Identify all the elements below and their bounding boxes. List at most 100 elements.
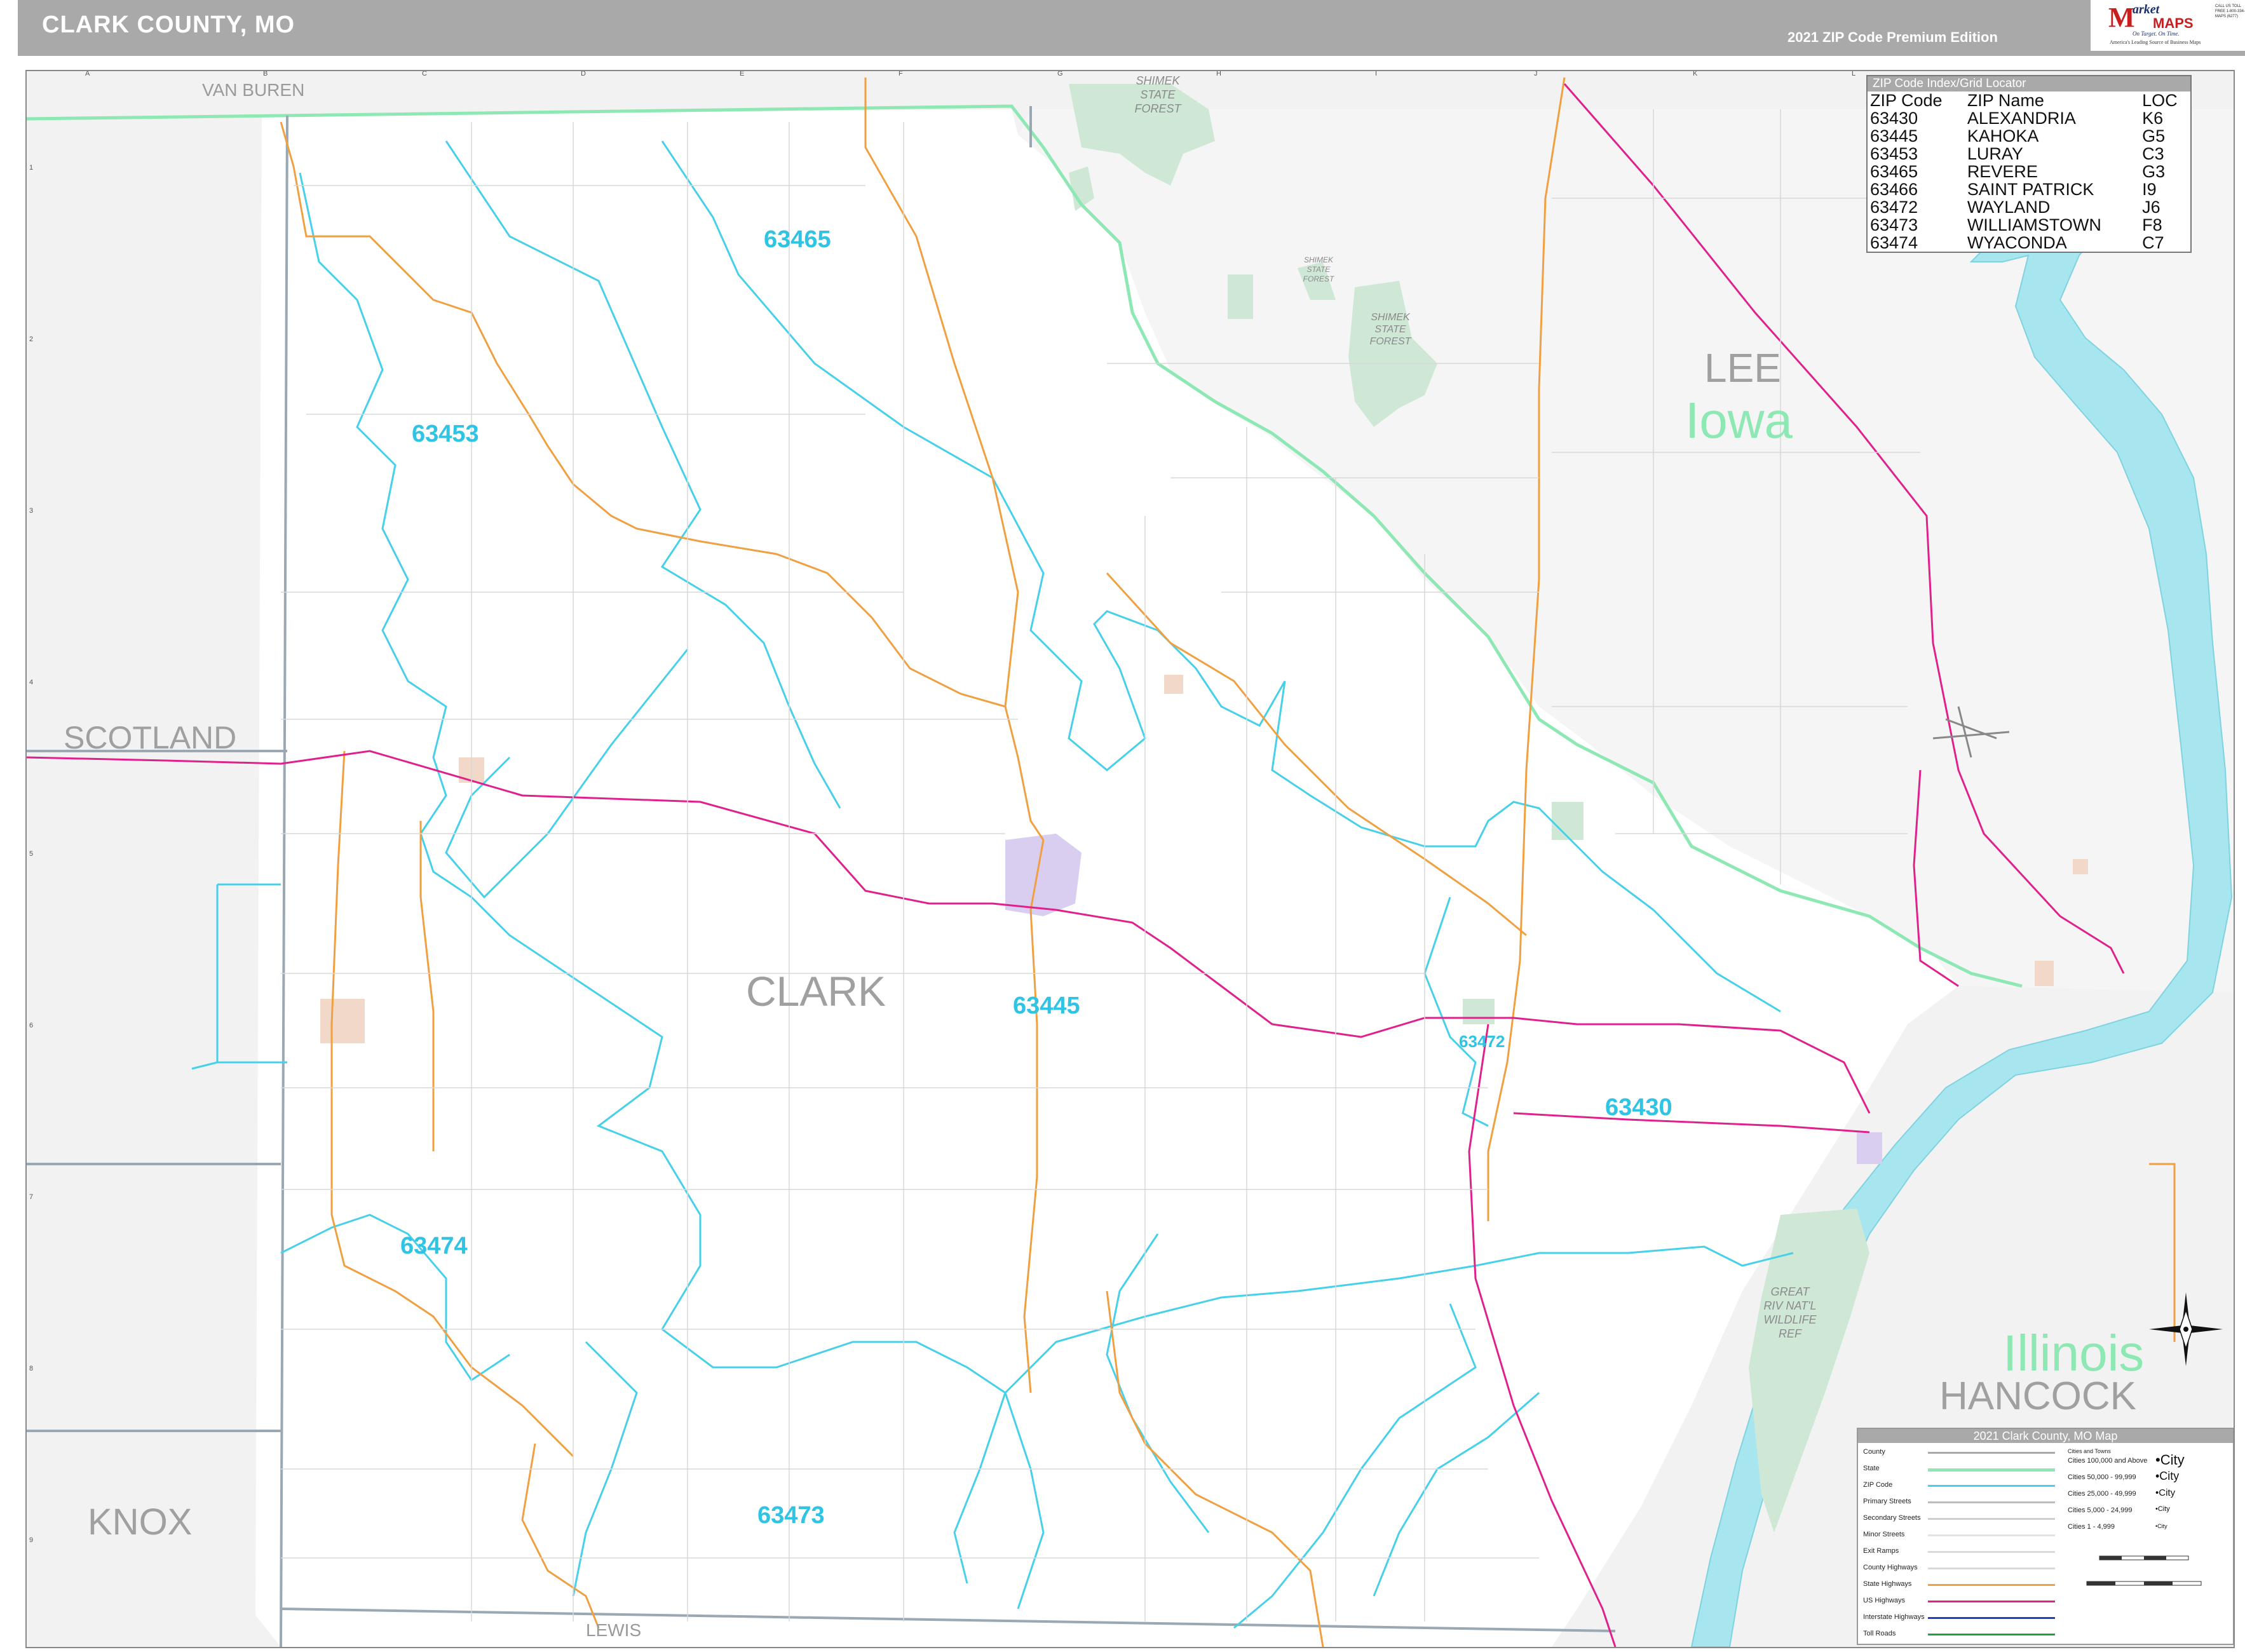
- legend-swatch-us-hwy: [1928, 1601, 2055, 1602]
- legend-swatch-state: [1928, 1468, 2055, 1472]
- grid-row-7: 7: [29, 1193, 34, 1201]
- park-label-shimek-3: SHIMEK STATE FOREST: [1369, 312, 1411, 347]
- shimek-forest-5: [1228, 274, 1253, 319]
- zip-index-row: 63465 REVERE G3: [1868, 163, 2190, 180]
- zip-code: 63453: [1870, 144, 1918, 163]
- grid-row-4: 4: [29, 679, 34, 686]
- legend-swatch-state-hwy: [1928, 1584, 2055, 1586]
- zip-label-63430: 63430: [1605, 1094, 1672, 1121]
- legend-city-sym: •City: [2155, 1487, 2176, 1498]
- zip-index-header: ZIP Name: [1967, 91, 2044, 110]
- zip-code: 63474: [1870, 233, 1918, 252]
- revere-town: [1164, 675, 1183, 694]
- grid-col-d: D: [581, 70, 586, 78]
- zip-index-table: ZIP Code ZIP Name LOC 63430 ALEXANDRIA K6 …: [1868, 91, 2190, 252]
- legend-label: Toll Roads: [1863, 1630, 1896, 1637]
- logo-maps: MAPS: [2153, 15, 2194, 31]
- zip-label-63453: 63453: [412, 421, 479, 447]
- zip-index-panel: ZIP Code Index/Grid Locator ZIP Code ZIP…: [1866, 75, 2192, 253]
- legend-label: ZIP Code: [1863, 1481, 1893, 1489]
- legend-swatch-secondary: [1928, 1518, 2055, 1520]
- zip-index-row: 63445 KAHOKA G5: [1868, 127, 2190, 145]
- map-frame[interactable]: A B C D E F G H I J K L 1 2 3 4 5 6 7 8 …: [25, 70, 2235, 1648]
- zip-loc: K6: [2142, 109, 2164, 128]
- grid-row-8: 8: [29, 1365, 34, 1372]
- zip-index-row: 63474 WYACONDA C7: [1868, 234, 2190, 252]
- legend-swatch-ramps: [1928, 1551, 2055, 1553]
- legend-label: Interstate Highways: [1863, 1613, 1925, 1621]
- zip-index-row: 63453 LURAY C3: [1868, 145, 2190, 163]
- grid-col-j: J: [1534, 70, 1538, 78]
- grid-col-l: L: [1852, 70, 1856, 78]
- zip-name: WYACONDA: [1967, 233, 2067, 252]
- grid-col-a: A: [85, 70, 90, 78]
- iowa-town-1: [2035, 961, 2054, 986]
- legend-city-label: Cities 1 - 4,999: [2068, 1523, 2115, 1531]
- zip-index-row: 63466 SAINT PATRICK I9: [1868, 180, 2190, 198]
- zip-name: WILLIAMSTOWN: [1967, 215, 2101, 234]
- legend-swatch-zip: [1928, 1485, 2055, 1487]
- zip-label-63474: 63474: [400, 1233, 468, 1259]
- legend-label: US Highways: [1863, 1597, 1906, 1604]
- legend-label: State: [1863, 1465, 1880, 1472]
- grid-row-5: 5: [29, 850, 34, 858]
- scale-bar-icon: [2086, 1555, 2202, 1586]
- grid-col-f: F: [899, 70, 903, 78]
- zip-name: LURAY: [1967, 144, 2023, 163]
- zip-index-row: 63473 WILLIAMSTOWN F8: [1868, 216, 2190, 234]
- zip-code: 63473: [1870, 215, 1918, 234]
- wyaconda-town: [320, 999, 365, 1043]
- wayland-urban-area: [1463, 999, 1495, 1024]
- park-label-shimek-1: SHIMEK STATE FOREST: [1134, 74, 1181, 115]
- zip-name: WAYLAND: [1967, 198, 2051, 217]
- zip-code: 63466: [1870, 180, 1918, 199]
- legend-swatch-toll: [1928, 1634, 2055, 1635]
- legend-swatch-interstate: [1928, 1617, 2055, 1619]
- legend-swatch-county-hwy: [1928, 1567, 2055, 1569]
- edition-label: 2021 ZIP Code Premium Edition: [1787, 29, 1998, 45]
- logo-m: M: [2108, 2, 2135, 33]
- zip-loc: G3: [2142, 162, 2166, 181]
- grid-row-1: 1: [29, 164, 34, 172]
- logo-tagline: On Target. On Time.: [2133, 30, 2180, 37]
- header-bar: CLARK COUNTY, MO 2021 ZIP Code Premium E…: [18, 0, 2245, 56]
- alexandria-urban-area: [1857, 1132, 1882, 1164]
- grid-col-k: K: [1693, 70, 1698, 78]
- legend-label: Secondary Streets: [1863, 1514, 1921, 1522]
- compass-rose-icon: [2149, 1292, 2223, 1366]
- zip-label-63473: 63473: [757, 1502, 825, 1529]
- legend-swatch-minor: [1928, 1534, 2055, 1536]
- legend-label: Exit Ramps: [1863, 1547, 1899, 1555]
- legend-swatch-primary: [1928, 1501, 2055, 1503]
- grid-col-e: E: [740, 70, 745, 78]
- legend-city-sym: •City: [2155, 1452, 2185, 1468]
- legend-city-sym: •City: [2155, 1523, 2167, 1529]
- zip-label-63445: 63445: [1013, 992, 1080, 1019]
- zip-index-title: ZIP Code Index/Grid Locator: [1868, 76, 2190, 91]
- map-canvas[interactable]: [27, 71, 2234, 1647]
- zip-index-row: 63430 ALEXANDRIA K6: [1868, 109, 2190, 127]
- grid-col-i: I: [1375, 70, 1378, 78]
- legend-label: County: [1863, 1448, 1885, 1456]
- zip-code: 63465: [1870, 162, 1918, 181]
- legend-cities-title: Cities and Towns: [2068, 1448, 2111, 1454]
- kahoka-urban-area: [1005, 834, 1082, 916]
- legend-city-label: Cities 5,000 - 24,999: [2068, 1506, 2133, 1514]
- park-label-great-river: GREAT RIV NAT'L WILDLIFE REF: [1763, 1285, 1817, 1340]
- grid-col-b: B: [263, 70, 268, 78]
- county-label-lee: LEE: [1704, 345, 1781, 391]
- zip-index-header-row: ZIP Code ZIP Name LOC: [1868, 91, 2190, 109]
- market-maps-logo: M arket MAPS On Target. On Time. America…: [2091, 0, 2245, 51]
- grid-row-3: 3: [29, 507, 34, 515]
- grid-row-2: 2: [29, 335, 34, 343]
- state-label-illinois: Illinois: [2003, 1325, 2145, 1381]
- zip-code: 63472: [1870, 198, 1918, 217]
- zip-loc: J6: [2142, 198, 2160, 217]
- grid-col-h: H: [1216, 70, 1221, 78]
- zip-label-63465: 63465: [764, 226, 831, 253]
- map-legend: 2021 Clark County, MO Map County State Z…: [1857, 1428, 2234, 1645]
- zip-loc: F8: [2142, 215, 2162, 234]
- zip-loc: C3: [2142, 144, 2164, 163]
- state-label-iowa: Iowa: [1685, 392, 1793, 449]
- zip-label-63472: 63472: [1459, 1032, 1505, 1051]
